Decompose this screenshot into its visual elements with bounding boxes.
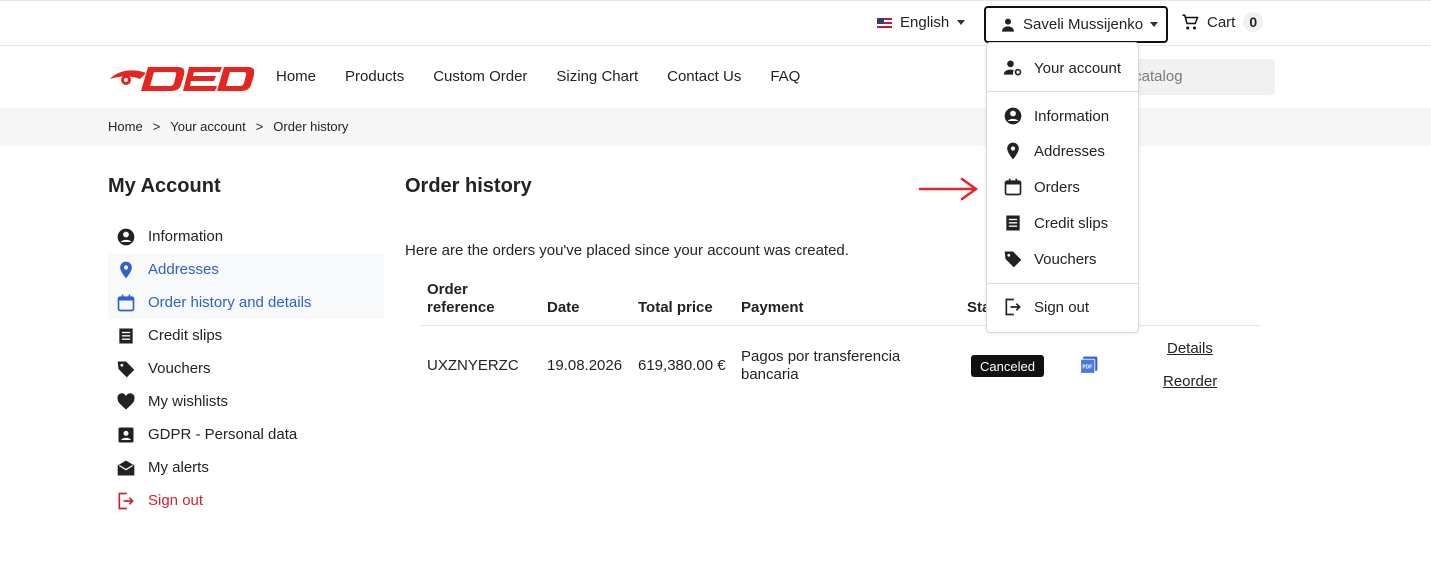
calendar-icon [1004,178,1022,196]
tag-icon [117,361,135,377]
order-reference: UXZNYERZC [427,357,519,374]
sidebar-item-label: My alerts [148,459,209,476]
heart-icon [117,392,135,409]
nav-sizing-chart[interactable]: Sizing Chart [556,68,638,85]
arrow-annotation [918,177,978,201]
order-date: 19.08.2026 [547,357,623,374]
sidebar-item-label: Vouchers [148,360,211,377]
language-label: English [900,14,950,31]
dropdown-item-information[interactable]: Information [1003,106,1109,126]
mail-open-icon [117,460,135,475]
user-settings-icon [1003,60,1022,76]
receipt-icon [119,328,133,343]
reorder-link[interactable]: Reorder [1163,373,1217,390]
sidebar-item-sign-out[interactable]: Sign out [108,484,384,517]
account-sidebar: Information Addresses Order history and … [108,220,384,517]
account-dropdown-menu: Your account Information Addresses Order… [986,42,1139,333]
account-circle-icon [117,228,135,245]
svg-text:PDF: PDF [1082,364,1092,370]
breadcrumb: Home > Your account > Order history [0,108,1431,146]
dropdown-item-orders[interactable]: Orders [1003,177,1080,197]
logout-icon [1005,298,1021,316]
sidebar-item-alerts[interactable]: My alerts [108,451,384,484]
sidebar-item-label: GDPR - Personal data [148,426,298,443]
sidebar-item-label: Order history and details [148,294,312,311]
language-selector[interactable]: English [877,14,966,31]
dropdown-item-sign-out[interactable]: Sign out [1003,297,1089,317]
status-badge: Canceled [971,355,1044,377]
nav-custom-order[interactable]: Custom Order [433,68,527,85]
order-history-intro: Here are the orders you've placed since … [405,242,849,259]
dropdown-item-label: Information [1034,107,1110,125]
breadcrumb-separator: > [255,119,264,134]
sidebar-item-label: My wishlists [148,393,229,410]
dropdown-item-label: Your account [1034,59,1122,77]
cart-button[interactable]: Cart 0 [1181,12,1264,32]
column-order-reference: Order reference [427,281,495,316]
sidebar-title: My Account [108,175,221,197]
breadcrumb-home[interactable]: Home [108,119,143,146]
breadcrumb-order-history: Order history [273,119,349,134]
sidebar-item-label: Information [148,228,224,245]
user-icon [1002,18,1014,32]
dropdown-item-your-account[interactable]: Your account [1003,58,1121,78]
dropdown-item-credit-slips[interactable]: Credit slips [1003,213,1108,233]
sidebar-item-label: Addresses [148,261,219,278]
sidebar-item-information[interactable]: Information [108,220,384,253]
user-name: Saveli Mussijenko [1023,16,1144,33]
sidebar-item-gdpr[interactable]: GDPR - Personal data [108,418,384,451]
chevron-down-icon [957,20,966,25]
cart-label: Cart [1207,13,1236,31]
account-box-icon [118,427,134,442]
sidebar-item-credit-slips[interactable]: Credit slips [108,319,384,352]
nav-products[interactable]: Products [345,68,404,85]
breadcrumb-your-account[interactable]: Your account [170,119,245,146]
sidebar-item-addresses[interactable]: Addresses [108,253,384,286]
column-date: Date [547,299,580,316]
dropdown-item-label: Addresses [1034,142,1105,160]
user-account-button[interactable]: Saveli Mussijenko [984,6,1168,43]
dropdown-item-addresses[interactable]: Addresses [1003,141,1105,161]
nav-contact-us[interactable]: Contact Us [667,68,741,85]
sidebar-item-label: Sign out [148,492,204,509]
location-pin-icon [120,261,132,278]
account-circle-icon [1004,107,1022,125]
dropdown-divider [987,91,1138,92]
details-link[interactable]: Details [1167,340,1213,357]
breadcrumb-separator: > [152,119,161,134]
tag-icon [1004,251,1022,268]
column-payment: Payment [741,299,804,316]
pdf-invoice-icon[interactable]: PDF [1079,355,1099,375]
receipt-icon [1006,215,1020,231]
page-title: Order history [405,175,532,197]
main-nav: Home Products Custom Order Sizing Chart … [276,68,800,85]
dropdown-item-vouchers[interactable]: Vouchers [1003,249,1097,269]
shopping-cart-icon [1182,14,1199,30]
dropdown-divider [987,283,1138,284]
column-total-price: Total price [638,299,713,316]
order-payment: Pagos por transferencia bancaria [741,348,901,383]
dropdown-item-label: Sign out [1034,298,1090,316]
nav-faq[interactable]: FAQ [770,68,800,85]
location-pin-icon [1007,142,1019,160]
ded-logo [110,67,254,91]
sidebar-item-order-history[interactable]: Order history and details [108,286,384,319]
chevron-down-icon [1150,22,1159,27]
dropdown-item-label: Credit slips [1034,214,1109,232]
nav-home[interactable]: Home [276,68,316,85]
dropdown-item-label: Vouchers [1034,250,1097,268]
order-total: 619,380.00 € [638,357,726,374]
dropdown-item-label: Orders [1034,178,1080,196]
top-bar: English Saveli Mussijenko Cart 0 [0,0,1431,46]
sidebar-item-vouchers[interactable]: Vouchers [108,352,384,385]
calendar-icon [117,294,135,311]
us-flag-icon [877,17,892,28]
cart-count-badge: 0 [1243,12,1264,32]
sidebar-item-wishlists[interactable]: My wishlists [108,385,384,418]
sidebar-item-label: Credit slips [148,327,223,344]
site-header: Home Products Custom Order Sizing Chart … [0,46,1431,108]
logout-icon [118,492,134,509]
